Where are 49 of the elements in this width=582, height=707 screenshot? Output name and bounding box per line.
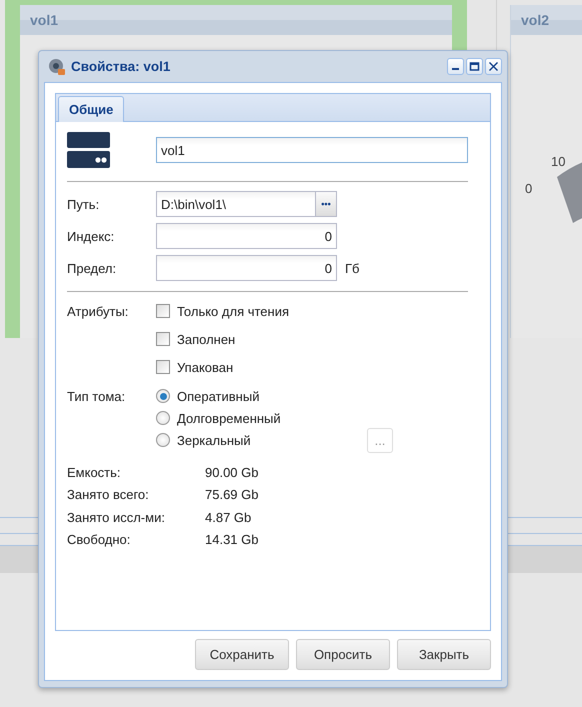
checkbox[interactable] [156, 332, 170, 346]
gauge-tick-label: 0 [525, 181, 532, 196]
checkbox-label: Упакован [177, 360, 234, 374]
dialog-button[interactable]: Закрыть [397, 639, 491, 670]
text-field[interactable]: 0 [156, 223, 337, 249]
panel-title: vol2 [521, 11, 550, 29]
radio-label: Зеркальный [177, 432, 251, 448]
dialog-button[interactable]: Сохранить [195, 639, 289, 670]
checkbox-label: Заполнен [177, 332, 236, 346]
stat-label: Емкость: [67, 464, 122, 480]
field-label: Предел: [67, 260, 118, 276]
stat-label: Занято иссл-ми: [67, 510, 166, 525]
checkbox-label: Только для чтения [177, 304, 290, 318]
minimize-icon [452, 68, 459, 70]
minimize-button[interactable] [447, 58, 464, 75]
radio-label: Оперативный [177, 388, 260, 404]
unit-label: Гб [345, 260, 360, 276]
stat-value: 4.87 Gb [205, 510, 252, 525]
disc-icon [48, 58, 66, 76]
volume-panel[interactable]: vol2 0 10 [510, 5, 582, 338]
window-title: Свойства: vol1 [71, 59, 172, 74]
radio-button[interactable] [156, 433, 170, 447]
field-label: Индекс: [67, 228, 116, 244]
stat-value: 90.00 Gb [205, 464, 258, 480]
dialog-button[interactable]: Опросить [296, 639, 390, 670]
field-label: Тип тома: [67, 388, 126, 404]
text-field[interactable]: 0 [156, 255, 337, 281]
checkbox[interactable] [156, 360, 170, 374]
maximize-icon [469, 61, 480, 72]
radio-button[interactable] [156, 411, 170, 425]
tab[interactable]: Общие [58, 96, 124, 122]
radio-button[interactable] [156, 389, 170, 403]
maximize-button[interactable] [466, 58, 483, 75]
drive-icon [67, 132, 110, 168]
field-label: Путь: [67, 196, 100, 212]
name-field[interactable]: vol1 [156, 137, 468, 163]
stat-value: 75.69 Gb [205, 487, 258, 502]
radio-label: Долговременный [177, 410, 281, 426]
stat-label: Свободно: [67, 532, 132, 548]
checkbox[interactable] [156, 304, 170, 318]
close-button[interactable] [485, 58, 502, 75]
gauge-tick-label: 10 [551, 154, 566, 169]
text-field[interactable]: D:\bin\vol1\ [156, 191, 316, 217]
browse-button[interactable]: ••• [316, 191, 337, 217]
close-icon [488, 61, 499, 72]
stat-value: 14.31 Gb [205, 532, 258, 548]
field-label: Атрибуты: [67, 304, 130, 318]
stat-label: Занято всего: [67, 487, 150, 502]
panel-title: vol1 [30, 11, 58, 29]
